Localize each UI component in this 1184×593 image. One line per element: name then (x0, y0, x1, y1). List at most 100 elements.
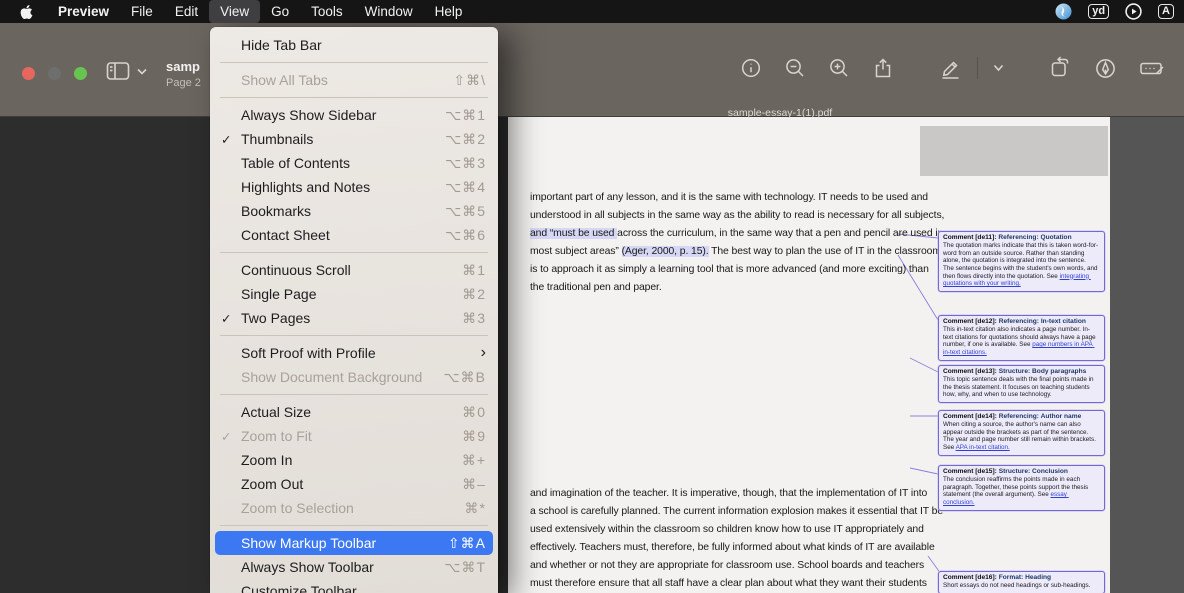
menu-separator (220, 252, 488, 253)
menubar-item-file[interactable]: File (120, 0, 164, 23)
menu-item-zoom-in[interactable]: Zoom In ⌘+ (215, 448, 493, 472)
menu-item-zoom-to-selection: Zoom to Selection ⌘* (215, 496, 493, 520)
a-status-badge[interactable]: A (1158, 4, 1174, 19)
menu-item-always-show-toolbar[interactable]: Always Show Toolbar ⌥⌘T (215, 555, 493, 579)
essay-line: and whether or not they are appropriate … (530, 557, 943, 575)
comment-category: Structure: Conclusion (999, 468, 1068, 475)
essay-line: a school is carefully planned. The curre… (530, 503, 943, 521)
menubar-item-preview[interactable]: Preview (47, 0, 120, 23)
document-filename: sample-essay-1(1).pdf (655, 107, 905, 119)
pen-nib-button[interactable] (1083, 57, 1128, 80)
submenu-arrow-icon: › (481, 344, 486, 362)
essay-line: effectively. Teachers must, therefore, b… (530, 539, 943, 557)
menu-item-zoom-to-fit: ✓ Zoom to Fit ⌘9 (215, 424, 493, 448)
menu-item-single-page[interactable]: Single Page ⌘2 (215, 282, 493, 306)
menu-item-contact-sheet[interactable]: Contact Sheet ⌥⌘6 (215, 223, 493, 247)
apple-menu[interactable] (0, 0, 47, 23)
menu-item-soft-proof-with-profile[interactable]: Soft Proof with Profile › (215, 341, 493, 365)
apple-icon (20, 4, 33, 20)
essay-line: must therefore ensure that all staff hav… (530, 575, 943, 593)
comment-id: Comment [de15]: (943, 468, 997, 475)
page-gray-block (920, 126, 1108, 176)
zoom-window-button[interactable] (74, 67, 87, 80)
essay-paragraph-2: and imagination of the teacher. It is im… (530, 485, 943, 593)
menu-item-show-all-tabs: Show All Tabs ⇧⌘\ (215, 68, 493, 92)
play-status-icon[interactable] (1125, 3, 1142, 20)
menu-item-always-show-sidebar[interactable]: Always Show Sidebar ⌥⌘1 (215, 103, 493, 127)
comment-body: This topic sentence deals with the final… (943, 376, 1095, 398)
comment-id: Comment [de16]: (943, 574, 997, 581)
info-button[interactable] (729, 57, 773, 79)
essay-line: the traditional pen and paper. (530, 279, 944, 297)
essay-line: understood in all subjects in the same w… (530, 207, 944, 225)
document-area: important part of any lesson, and it is … (0, 117, 1184, 593)
menubar-item-help[interactable]: Help (424, 0, 474, 23)
rotate-button[interactable] (1037, 56, 1083, 80)
close-window-button[interactable] (22, 67, 35, 80)
window-title: samp (166, 59, 200, 74)
menu-item-thumbnails[interactable]: ✓ Thumbnails ⌥⌘2 (215, 127, 493, 151)
window-controls (22, 67, 87, 80)
menu-item-actual-size[interactable]: Actual Size ⌘0 (215, 400, 493, 424)
menu-item-table-of-contents[interactable]: Table of Contents ⌥⌘3 (215, 151, 493, 175)
chevron-down-icon (137, 68, 147, 75)
essay-line: is to approach it as simply a learning t… (530, 261, 944, 279)
wave-status-icon[interactable] (1055, 3, 1072, 20)
menubar-item-window[interactable]: Window (354, 0, 424, 23)
comment-box-de12[interactable]: Comment [de12]: Referencing: In-text cit… (938, 315, 1105, 361)
menu-item-show-document-background: Show Document Background ⌥⌘B (215, 365, 493, 389)
menu-item-two-pages[interactable]: ✓ Two Pages ⌘3 (215, 306, 493, 330)
zoom-out-button[interactable] (773, 57, 817, 79)
essay-paragraph-1: important part of any lesson, and it is … (530, 189, 944, 297)
essay-line: and “must be used across the curriculum,… (530, 225, 944, 243)
comment-category: Structure: Body paragraphs (999, 368, 1087, 375)
essay-line: most subject areas” (Ager, 2000, p. 15).… (530, 243, 944, 261)
share-button[interactable] (861, 57, 905, 79)
menu-item-highlights-and-notes[interactable]: Highlights and Notes ⌥⌘4 (215, 175, 493, 199)
menu-item-hide-tab-bar[interactable]: Hide Tab Bar (215, 33, 493, 57)
menu-item-continuous-scroll[interactable]: Continuous Scroll ⌘1 (215, 258, 493, 282)
comment-box-de15[interactable]: Comment [de15]: Structure: Conclusion Th… (938, 465, 1105, 511)
menu-item-zoom-out[interactable]: Zoom Out ⌘– (215, 472, 493, 496)
menu-separator (220, 97, 488, 98)
checkmark-icon: ✓ (221, 311, 241, 326)
comment-box-de13[interactable]: Comment [de13]: Structure: Body paragrap… (938, 365, 1105, 403)
highlight-button[interactable] (927, 57, 973, 79)
sidebar-icon (106, 61, 130, 81)
zoom-in-button[interactable] (817, 57, 861, 79)
highlight-chevron-button[interactable] (982, 64, 1015, 72)
text-highlight: and “must be used (530, 228, 617, 239)
menu-item-customize-toolbar[interactable]: Customize Toolbar (215, 579, 493, 593)
comment-box-de11[interactable]: Comment [de11]: Referencing: Quotation T… (938, 231, 1105, 292)
window-toolbar: samp Page 2 (0, 23, 1184, 117)
essay-line: used extensively within the classroom so… (530, 521, 943, 539)
markup-toolbar-button[interactable] (1128, 57, 1176, 79)
screen: Preview File Edit View Go Tools Window H… (0, 0, 1184, 593)
menubar-item-go[interactable]: Go (260, 0, 300, 23)
minimize-window-button[interactable] (48, 67, 61, 80)
comment-category: Format: Heading (999, 574, 1051, 581)
menubar-item-view[interactable]: View (209, 0, 260, 23)
menu-separator (220, 335, 488, 336)
comment-id: Comment [de13]: (943, 368, 997, 375)
comment-category: Referencing: In-text citation (999, 318, 1086, 325)
comment-id: Comment [de14]: (943, 413, 997, 420)
toolbar-divider (977, 57, 978, 79)
comment-link[interactable]: APA in-text citation. (956, 444, 1010, 451)
menu-bar: Preview File Edit View Go Tools Window H… (0, 0, 1184, 23)
menubar-item-tools[interactable]: Tools (300, 0, 354, 23)
comment-id: Comment [de12]: (943, 318, 997, 325)
comment-body: Short essays do not need headings or sub… (943, 582, 1090, 589)
sidebar-toggle-button[interactable] (106, 61, 147, 81)
menu-separator (220, 62, 488, 63)
pdf-page: important part of any lesson, and it is … (508, 117, 1110, 593)
yd-status-badge[interactable]: yd (1088, 4, 1109, 19)
comment-box-de16[interactable]: Comment [de16]: Format: Heading Short es… (938, 571, 1105, 593)
essay-line: important part of any lesson, and it is … (530, 189, 944, 207)
menu-item-show-markup-toolbar[interactable]: Show Markup Toolbar ⇧⌘A (215, 531, 493, 555)
menubar-item-edit[interactable]: Edit (164, 0, 209, 23)
comment-category: Referencing: Quotation (998, 234, 1071, 241)
comment-box-de14[interactable]: Comment [de14]: Referencing: Author name… (938, 410, 1105, 456)
menu-item-bookmarks[interactable]: Bookmarks ⌥⌘5 (215, 199, 493, 223)
document-margin-right (1110, 117, 1184, 593)
